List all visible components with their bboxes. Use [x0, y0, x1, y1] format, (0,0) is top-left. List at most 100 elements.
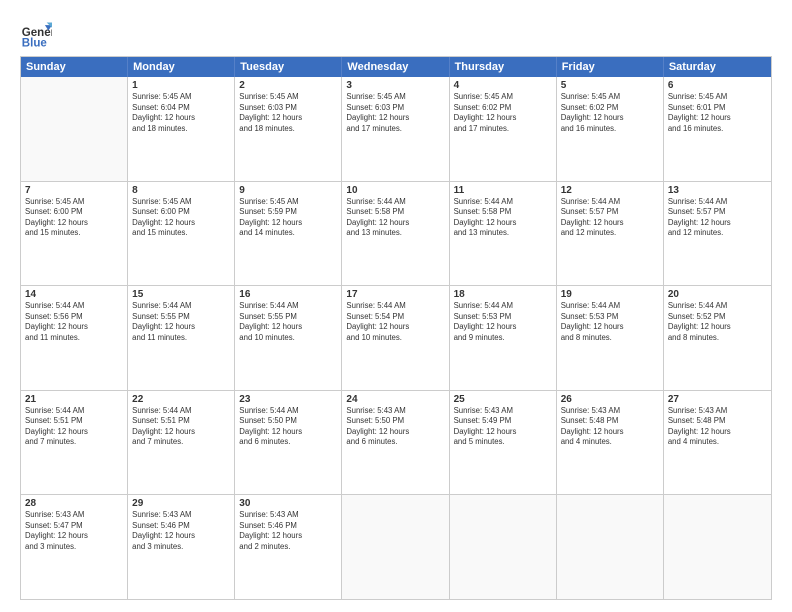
calendar-header: SundayMondayTuesdayWednesdayThursdayFrid… — [21, 57, 771, 77]
cell-info: Sunrise: 5:43 AMSunset: 5:46 PMDaylight:… — [239, 510, 337, 552]
cell-info: Sunrise: 5:45 AMSunset: 6:03 PMDaylight:… — [239, 92, 337, 134]
calendar-cell — [342, 495, 449, 599]
calendar-cell: 4Sunrise: 5:45 AMSunset: 6:02 PMDaylight… — [450, 77, 557, 181]
calendar-cell: 21Sunrise: 5:44 AMSunset: 5:51 PMDayligh… — [21, 391, 128, 495]
header: General Blue — [20, 18, 772, 50]
weekday-header: Saturday — [664, 57, 771, 77]
calendar-cell — [557, 495, 664, 599]
day-number: 18 — [454, 289, 552, 300]
day-number: 3 — [346, 80, 444, 91]
calendar-cell: 29Sunrise: 5:43 AMSunset: 5:46 PMDayligh… — [128, 495, 235, 599]
day-number: 21 — [25, 394, 123, 405]
cell-info: Sunrise: 5:44 AMSunset: 5:53 PMDaylight:… — [454, 301, 552, 343]
calendar-row: 28Sunrise: 5:43 AMSunset: 5:47 PMDayligh… — [21, 494, 771, 599]
day-number: 24 — [346, 394, 444, 405]
cell-info: Sunrise: 5:43 AMSunset: 5:46 PMDaylight:… — [132, 510, 230, 552]
calendar-row: 7Sunrise: 5:45 AMSunset: 6:00 PMDaylight… — [21, 181, 771, 286]
calendar-row: 14Sunrise: 5:44 AMSunset: 5:56 PMDayligh… — [21, 285, 771, 390]
calendar-cell: 25Sunrise: 5:43 AMSunset: 5:49 PMDayligh… — [450, 391, 557, 495]
day-number: 19 — [561, 289, 659, 300]
calendar-cell: 2Sunrise: 5:45 AMSunset: 6:03 PMDaylight… — [235, 77, 342, 181]
cell-info: Sunrise: 5:45 AMSunset: 6:00 PMDaylight:… — [132, 197, 230, 239]
day-number: 2 — [239, 80, 337, 91]
calendar-cell: 16Sunrise: 5:44 AMSunset: 5:55 PMDayligh… — [235, 286, 342, 390]
calendar-cell: 3Sunrise: 5:45 AMSunset: 6:03 PMDaylight… — [342, 77, 449, 181]
cell-info: Sunrise: 5:44 AMSunset: 5:58 PMDaylight:… — [454, 197, 552, 239]
calendar-cell: 6Sunrise: 5:45 AMSunset: 6:01 PMDaylight… — [664, 77, 771, 181]
weekday-header: Sunday — [21, 57, 128, 77]
cell-info: Sunrise: 5:43 AMSunset: 5:49 PMDaylight:… — [454, 406, 552, 448]
day-number: 12 — [561, 185, 659, 196]
cell-info: Sunrise: 5:44 AMSunset: 5:52 PMDaylight:… — [668, 301, 767, 343]
cell-info: Sunrise: 5:45 AMSunset: 5:59 PMDaylight:… — [239, 197, 337, 239]
day-number: 25 — [454, 394, 552, 405]
cell-info: Sunrise: 5:43 AMSunset: 5:48 PMDaylight:… — [561, 406, 659, 448]
calendar-body: 1Sunrise: 5:45 AMSunset: 6:04 PMDaylight… — [21, 77, 771, 599]
cell-info: Sunrise: 5:44 AMSunset: 5:55 PMDaylight:… — [132, 301, 230, 343]
cell-info: Sunrise: 5:45 AMSunset: 6:02 PMDaylight:… — [561, 92, 659, 134]
day-number: 14 — [25, 289, 123, 300]
calendar-cell — [21, 77, 128, 181]
calendar-cell: 22Sunrise: 5:44 AMSunset: 5:51 PMDayligh… — [128, 391, 235, 495]
day-number: 28 — [25, 498, 123, 509]
calendar-cell: 9Sunrise: 5:45 AMSunset: 5:59 PMDaylight… — [235, 182, 342, 286]
calendar-row: 1Sunrise: 5:45 AMSunset: 6:04 PMDaylight… — [21, 77, 771, 181]
calendar-cell: 23Sunrise: 5:44 AMSunset: 5:50 PMDayligh… — [235, 391, 342, 495]
cell-info: Sunrise: 5:44 AMSunset: 5:53 PMDaylight:… — [561, 301, 659, 343]
logo: General Blue — [20, 18, 52, 50]
day-number: 8 — [132, 185, 230, 196]
day-number: 26 — [561, 394, 659, 405]
day-number: 17 — [346, 289, 444, 300]
day-number: 22 — [132, 394, 230, 405]
calendar-cell — [450, 495, 557, 599]
cell-info: Sunrise: 5:44 AMSunset: 5:58 PMDaylight:… — [346, 197, 444, 239]
calendar-cell: 30Sunrise: 5:43 AMSunset: 5:46 PMDayligh… — [235, 495, 342, 599]
weekday-header: Friday — [557, 57, 664, 77]
day-number: 15 — [132, 289, 230, 300]
day-number: 13 — [668, 185, 767, 196]
calendar-cell: 20Sunrise: 5:44 AMSunset: 5:52 PMDayligh… — [664, 286, 771, 390]
calendar-cell: 27Sunrise: 5:43 AMSunset: 5:48 PMDayligh… — [664, 391, 771, 495]
day-number: 10 — [346, 185, 444, 196]
cell-info: Sunrise: 5:43 AMSunset: 5:48 PMDaylight:… — [668, 406, 767, 448]
calendar-cell: 5Sunrise: 5:45 AMSunset: 6:02 PMDaylight… — [557, 77, 664, 181]
weekday-header: Tuesday — [235, 57, 342, 77]
svg-text:Blue: Blue — [22, 37, 48, 49]
cell-info: Sunrise: 5:43 AMSunset: 5:50 PMDaylight:… — [346, 406, 444, 448]
calendar-cell: 19Sunrise: 5:44 AMSunset: 5:53 PMDayligh… — [557, 286, 664, 390]
calendar-cell: 14Sunrise: 5:44 AMSunset: 5:56 PMDayligh… — [21, 286, 128, 390]
weekday-header: Monday — [128, 57, 235, 77]
calendar-cell: 15Sunrise: 5:44 AMSunset: 5:55 PMDayligh… — [128, 286, 235, 390]
cell-info: Sunrise: 5:44 AMSunset: 5:55 PMDaylight:… — [239, 301, 337, 343]
day-number: 29 — [132, 498, 230, 509]
calendar-cell: 8Sunrise: 5:45 AMSunset: 6:00 PMDaylight… — [128, 182, 235, 286]
cell-info: Sunrise: 5:45 AMSunset: 6:00 PMDaylight:… — [25, 197, 123, 239]
calendar-cell: 24Sunrise: 5:43 AMSunset: 5:50 PMDayligh… — [342, 391, 449, 495]
day-number: 4 — [454, 80, 552, 91]
day-number: 20 — [668, 289, 767, 300]
calendar: SundayMondayTuesdayWednesdayThursdayFrid… — [20, 56, 772, 600]
day-number: 11 — [454, 185, 552, 196]
day-number: 6 — [668, 80, 767, 91]
calendar-row: 21Sunrise: 5:44 AMSunset: 5:51 PMDayligh… — [21, 390, 771, 495]
cell-info: Sunrise: 5:45 AMSunset: 6:03 PMDaylight:… — [346, 92, 444, 134]
calendar-cell: 11Sunrise: 5:44 AMSunset: 5:58 PMDayligh… — [450, 182, 557, 286]
cell-info: Sunrise: 5:44 AMSunset: 5:57 PMDaylight:… — [668, 197, 767, 239]
calendar-cell: 26Sunrise: 5:43 AMSunset: 5:48 PMDayligh… — [557, 391, 664, 495]
day-number: 1 — [132, 80, 230, 91]
day-number: 30 — [239, 498, 337, 509]
weekday-header: Thursday — [450, 57, 557, 77]
calendar-cell: 28Sunrise: 5:43 AMSunset: 5:47 PMDayligh… — [21, 495, 128, 599]
cell-info: Sunrise: 5:44 AMSunset: 5:56 PMDaylight:… — [25, 301, 123, 343]
calendar-cell: 7Sunrise: 5:45 AMSunset: 6:00 PMDaylight… — [21, 182, 128, 286]
calendar-cell — [664, 495, 771, 599]
cell-info: Sunrise: 5:44 AMSunset: 5:51 PMDaylight:… — [25, 406, 123, 448]
calendar-cell: 10Sunrise: 5:44 AMSunset: 5:58 PMDayligh… — [342, 182, 449, 286]
logo-icon: General Blue — [20, 18, 52, 50]
weekday-header: Wednesday — [342, 57, 449, 77]
cell-info: Sunrise: 5:44 AMSunset: 5:51 PMDaylight:… — [132, 406, 230, 448]
calendar-cell: 18Sunrise: 5:44 AMSunset: 5:53 PMDayligh… — [450, 286, 557, 390]
calendar-cell: 12Sunrise: 5:44 AMSunset: 5:57 PMDayligh… — [557, 182, 664, 286]
cell-info: Sunrise: 5:44 AMSunset: 5:50 PMDaylight:… — [239, 406, 337, 448]
day-number: 16 — [239, 289, 337, 300]
